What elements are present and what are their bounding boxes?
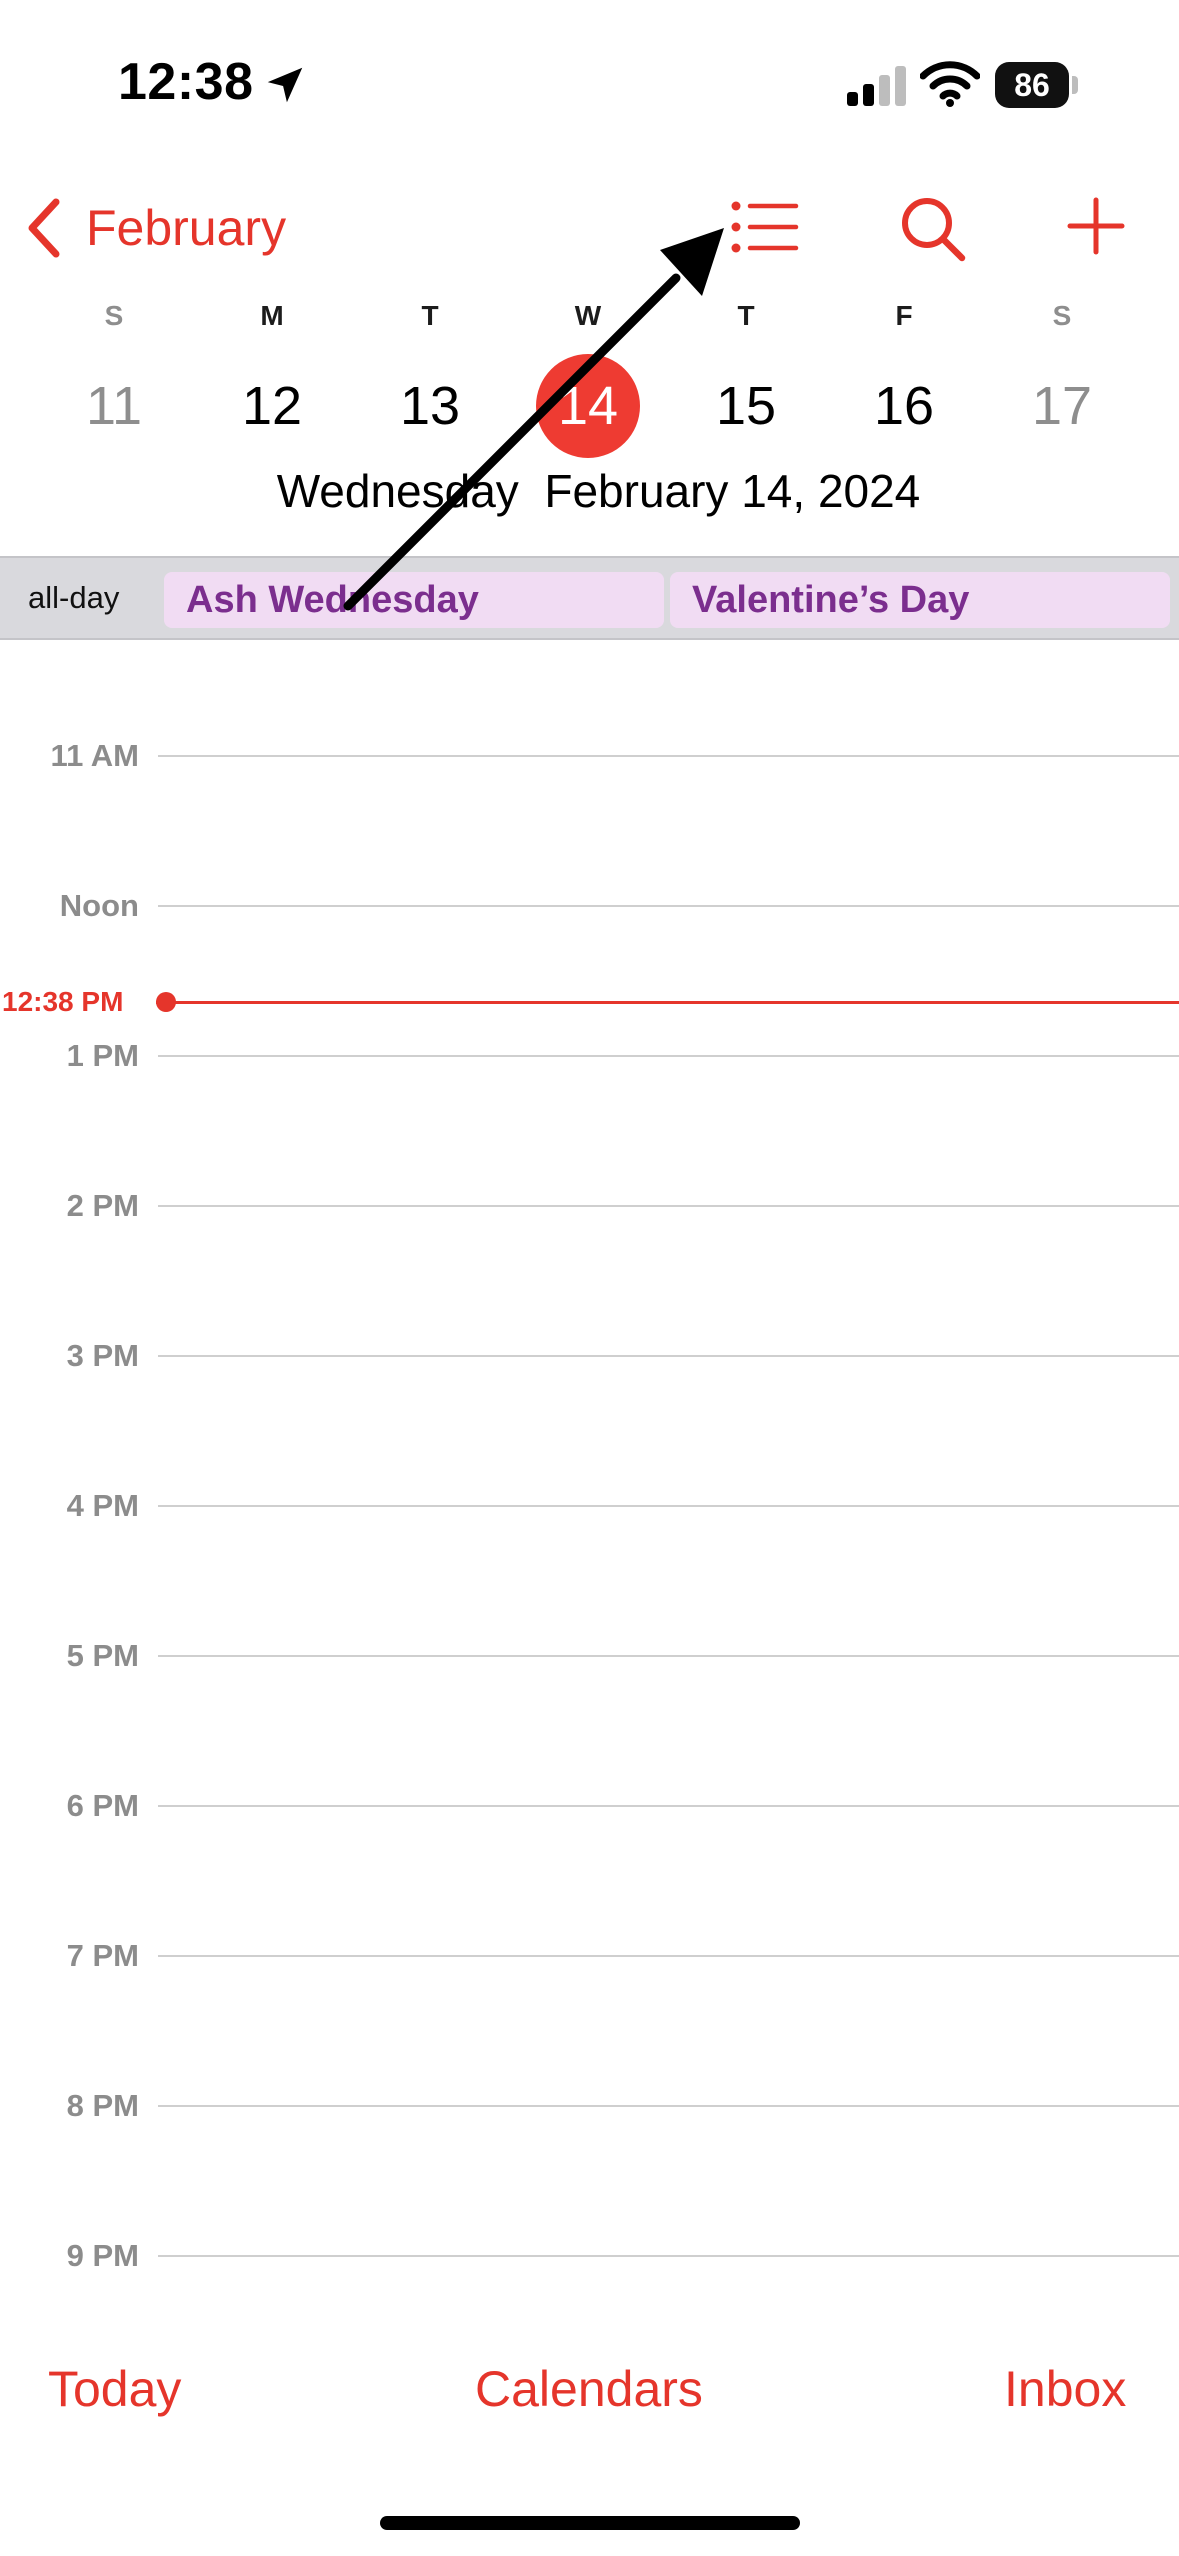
day-wednesday[interactable]: W 14 [528, 296, 648, 458]
hour-label: 4 PM [66, 1488, 139, 1523]
inbox-button[interactable]: Inbox [1004, 2360, 1126, 2418]
day-letter: T [737, 300, 755, 331]
day-saturday[interactable]: S 17 [1002, 296, 1122, 458]
location-arrow-icon [267, 67, 303, 103]
day-number: 17 [1031, 376, 1093, 436]
calendars-button[interactable]: Calendars [475, 2360, 703, 2418]
day-letter: W [574, 300, 602, 331]
all-day-label: all-day [28, 580, 120, 615]
day-number: 11 [85, 376, 143, 436]
status-time: 12:38 [118, 53, 254, 111]
day-letter: S [1052, 300, 1072, 331]
hour-divider [158, 1205, 1179, 1207]
hour-divider [158, 2105, 1179, 2107]
hour-divider [158, 1055, 1179, 1057]
home-indicator[interactable] [380, 2516, 800, 2530]
day-number-cell[interactable]: 15 [694, 354, 798, 458]
day-friday[interactable]: F 16 [844, 296, 964, 458]
hour-divider [158, 2255, 1179, 2257]
day-thursday[interactable]: T 15 [686, 296, 806, 458]
hour-label: 11 AM [50, 738, 139, 773]
day-number-cell[interactable]: 13 [378, 354, 482, 458]
hour-divider [158, 755, 1179, 757]
day-number: 13 [399, 376, 461, 436]
hour-label: 5 PM [66, 1638, 139, 1673]
hour-divider [158, 1955, 1179, 1957]
hour-label: 9 PM [66, 2238, 139, 2273]
current-time-dot [156, 992, 176, 1012]
list-view-icon[interactable] [728, 196, 800, 258]
search-icon[interactable] [898, 194, 968, 264]
day-letter: S [104, 300, 124, 331]
plus-icon[interactable] [1066, 196, 1126, 256]
today-button[interactable]: Today [48, 2360, 181, 2418]
day-letter: M [260, 300, 284, 331]
day-number: 14 [557, 376, 619, 436]
selected-day-cell[interactable]: 14 [536, 354, 640, 458]
hour-divider [158, 1505, 1179, 1507]
hour-label: 3 PM [66, 1338, 139, 1373]
chevron-left-icon [28, 198, 60, 258]
day-sunday[interactable]: S 11 [54, 296, 174, 458]
hour-label: Noon [59, 888, 139, 923]
current-time-label: 12:38 PM [2, 986, 124, 1017]
all-day-event[interactable]: Ash Wednesday [164, 572, 664, 628]
day-number-cell[interactable]: 16 [852, 354, 956, 458]
hour-label: 2 PM [66, 1188, 139, 1223]
hour-divider [158, 905, 1179, 907]
hour-divider [158, 1655, 1179, 1657]
current-time-line [156, 1001, 1179, 1004]
hour-label: 6 PM [66, 1788, 139, 1823]
day-tuesday[interactable]: T 13 [370, 296, 490, 458]
day-number-cell[interactable]: 12 [220, 354, 324, 458]
day-letter: T [421, 300, 439, 331]
day-letter: F [895, 300, 913, 331]
back-button[interactable]: February [24, 192, 286, 264]
battery-cap [1072, 76, 1078, 94]
day-number: 16 [873, 376, 935, 436]
all-day-band: all-day Ash Wednesday Valentine’s Day [0, 556, 1179, 640]
battery-icon: 86 [995, 62, 1079, 108]
hour-label: 8 PM [66, 2088, 139, 2123]
selected-date-title: Wednesday February 14, 2024 [276, 465, 921, 517]
day-monday[interactable]: M 12 [212, 296, 332, 458]
wifi-icon [920, 61, 980, 107]
back-label: February [86, 200, 287, 256]
day-number: 12 [241, 376, 303, 436]
hour-divider [158, 1355, 1179, 1357]
day-number-cell[interactable]: 11 [62, 354, 166, 458]
battery-level: 86 [995, 62, 1069, 108]
hour-label: 1 PM [66, 1038, 139, 1073]
day-number-cell[interactable]: 17 [1010, 354, 1114, 458]
hour-divider [158, 1805, 1179, 1807]
day-number: 15 [715, 376, 777, 436]
cellular-signal-icon [847, 66, 906, 106]
all-day-event[interactable]: Valentine’s Day [670, 572, 1170, 628]
hour-label: 7 PM [66, 1938, 139, 1973]
